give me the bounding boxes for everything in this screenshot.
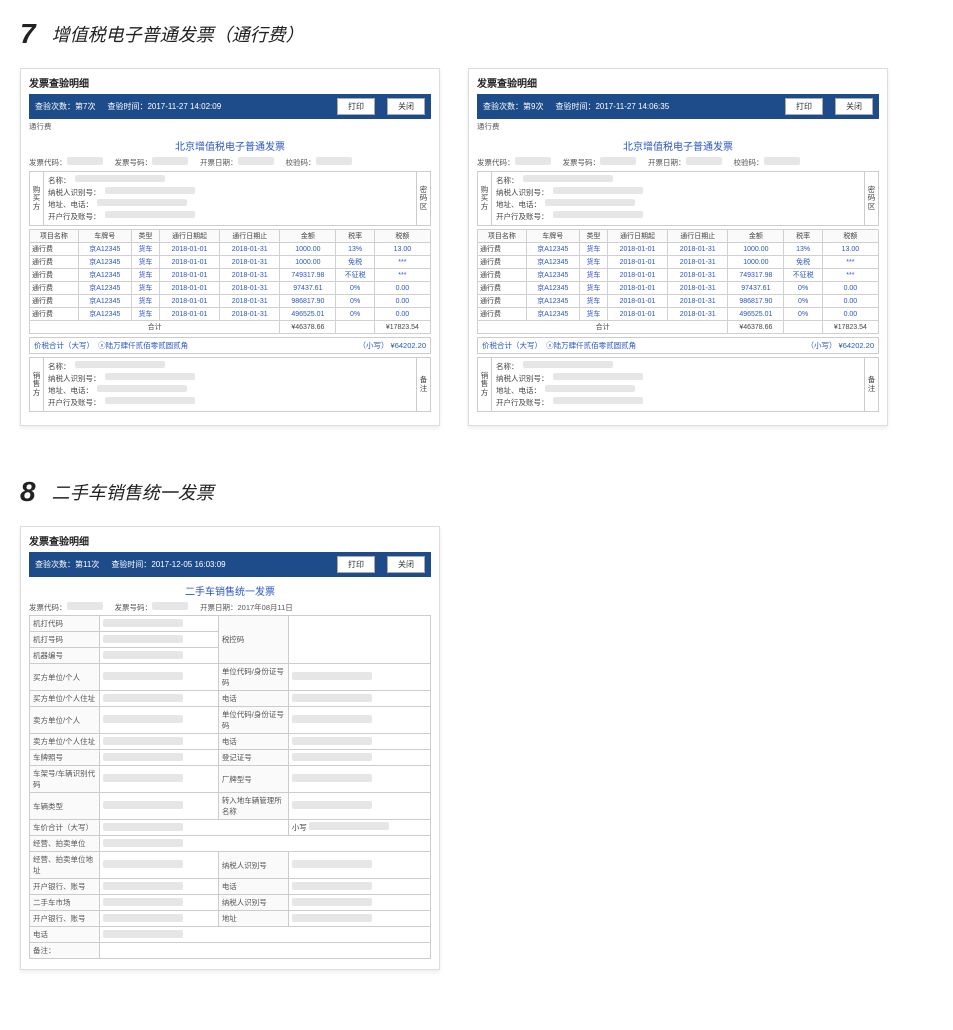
card-title: 发票查验明细 xyxy=(29,75,431,90)
card-toolbar: 查验次数：第11次 查验时间：2017-12-05 16:03:09 打印 关闭 xyxy=(29,552,431,577)
card-toolbar: 查验次数：第7次 查验时间：2017-11-27 14:02:09 打印 关闭 xyxy=(29,94,431,119)
table-row: 通行费京A12345货车2018-01-012018-01-3197437.61… xyxy=(30,282,431,295)
section-8-number: 8 xyxy=(20,476,36,508)
card-title: 发票查验明细 xyxy=(29,533,431,548)
check-time: 查验时间：2017-12-05 16:03:09 xyxy=(111,559,225,570)
print-button[interactable]: 打印 xyxy=(337,556,375,573)
table-row: 通行费京A12345货车2018-01-012018-01-311000.001… xyxy=(30,243,431,256)
items-table: 项目名称车牌号类型 通行日期起通行日期止 金额税率税额 通行费京A12345货车… xyxy=(477,229,879,334)
table-row: 通行费京A12345货车2018-01-012018-01-31749317.9… xyxy=(478,269,879,282)
section-7-cards: 发票查验明细 查验次数：第7次 查验时间：2017-11-27 14:02:09… xyxy=(20,68,933,426)
invoice-meta: 发票代码： 发票号码： 开票日期： 校验码： xyxy=(29,157,431,168)
section-8-title: 二手车销售统一发票 xyxy=(52,479,214,505)
section-8-cards: 发票查验明细 查验次数：第11次 查验时间：2017-12-05 16:03:0… xyxy=(20,526,933,970)
invoice-meta: 发票代码： 发票号码： 开票日期： 校验码： xyxy=(477,157,879,168)
table-row: 通行费京A12345货车2018-01-012018-01-31749317.9… xyxy=(30,269,431,282)
invoice-title: 北京增值税电子普通发票 xyxy=(477,138,879,153)
section-7-header: 7 增值税电子普通发票（通行费） xyxy=(20,18,933,50)
check-count: 查验次数：第9次 xyxy=(483,101,543,112)
items-table: 项目名称车牌号类型 通行日期起通行日期止 金额税率税额 通行费京A12345货车… xyxy=(29,229,431,334)
print-button[interactable]: 打印 xyxy=(785,98,823,115)
table-row: 通行费京A12345货车2018-01-012018-01-311000.00免… xyxy=(30,256,431,269)
card-title: 发票查验明细 xyxy=(477,75,879,90)
print-button[interactable]: 打印 xyxy=(337,98,375,115)
invoice-card-7a: 发票查验明细 查验次数：第7次 查验时间：2017-11-27 14:02:09… xyxy=(20,68,440,426)
table-row: 通行费京A12345货车2018-01-012018-01-31986817.9… xyxy=(30,295,431,308)
table-row: 通行费京A12345货车2018-01-012018-01-31496525.0… xyxy=(478,308,879,321)
invoice-meta: 发票代码： 发票号码： 开票日期：2017年08月11日 xyxy=(29,602,431,613)
card-toolbar: 查验次数：第9次 查验时间：2017-11-27 14:06:35 打印 关闭 xyxy=(477,94,879,119)
section-8-header: 8 二手车销售统一发票 xyxy=(20,476,933,508)
tongxingfei-label: 通行费 xyxy=(29,121,52,132)
seller-box: 销售方 名称： 纳税人识别号： 地址、电话： 开户行及账号： 备注 xyxy=(29,357,431,412)
table-row: 通行费京A12345货车2018-01-012018-01-31986817.9… xyxy=(478,295,879,308)
check-time: 查验时间：2017-11-27 14:06:35 xyxy=(555,101,669,112)
close-button[interactable]: 关闭 xyxy=(387,98,425,115)
table-row: 通行费京A12345货车2018-01-012018-01-31496525.0… xyxy=(30,308,431,321)
close-button[interactable]: 关闭 xyxy=(835,98,873,115)
buyer-box: 购买方 名称： 纳税人识别号： 地址、电话： 开户行及账号： 密码区 xyxy=(29,171,431,226)
check-count: 查验次数：第11次 xyxy=(35,559,99,570)
section-7-number: 7 xyxy=(20,18,36,50)
price-tax-summary: 价税合计（大写） ⓧ陆万肆仟贰佰零贰圆贰角 （小写） ¥64202.20 xyxy=(29,337,431,354)
section-7-title: 增值税电子普通发票（通行费） xyxy=(52,21,304,47)
invoice-card-7b: 发票查验明细 查验次数：第9次 查验时间：2017-11-27 14:06:35… xyxy=(468,68,888,426)
invoice-title: 二手车销售统一发票 xyxy=(29,583,431,598)
table-row: 通行费京A12345货车2018-01-012018-01-311000.00免… xyxy=(478,256,879,269)
table-row: 通行费京A12345货车2018-01-012018-01-3197437.61… xyxy=(478,282,879,295)
seller-box: 销售方 名称： 纳税人识别号： 地址、电话： 开户行及账号： 备注 xyxy=(477,357,879,412)
invoice-title: 北京增值税电子普通发票 xyxy=(29,138,431,153)
close-button[interactable]: 关闭 xyxy=(387,556,425,573)
used-car-table: 机打代码 税控码 机打号码 机器编号 买方单位/个人 单位代码/身份证号码 买方… xyxy=(29,615,431,959)
invoice-card-8: 发票查验明细 查验次数：第11次 查验时间：2017-12-05 16:03:0… xyxy=(20,526,440,970)
check-count: 查验次数：第7次 xyxy=(35,101,95,112)
price-tax-summary: 价税合计（大写） ⓧ陆万肆仟贰佰零贰圆贰角 （小写） ¥64202.20 xyxy=(477,337,879,354)
table-row: 通行费京A12345货车2018-01-012018-01-311000.001… xyxy=(478,243,879,256)
check-time: 查验时间：2017-11-27 14:02:09 xyxy=(107,101,221,112)
buyer-box: 购买方 名称： 纳税人识别号： 地址、电话： 开户行及账号： 密码区 xyxy=(477,171,879,226)
